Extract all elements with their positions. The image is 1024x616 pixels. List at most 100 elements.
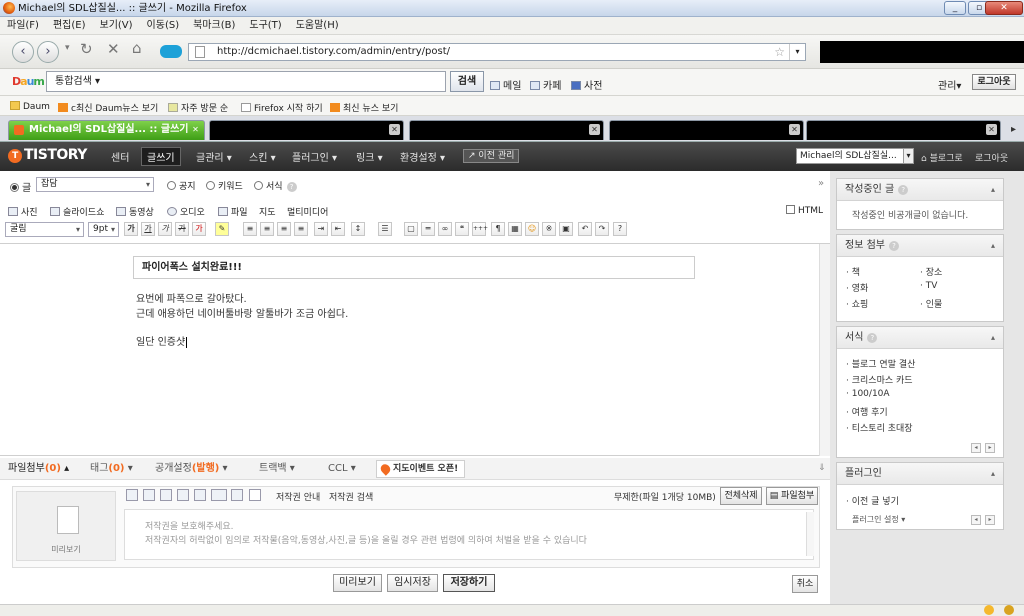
- status-addon-icon[interactable]: [1004, 605, 1014, 615]
- insert-audio-button[interactable]: 오디오: [167, 205, 205, 218]
- minimize-button[interactable]: _: [944, 1, 966, 15]
- insert-icon-5[interactable]: [194, 489, 206, 501]
- tab-visibility[interactable]: 공개설정(발행) ▾: [155, 460, 228, 479]
- status-emoticon-icon[interactable]: [984, 605, 994, 615]
- old-manager-button[interactable]: ↗ 이전 관리: [463, 149, 520, 163]
- menu-view[interactable]: 보기(V): [93, 17, 140, 35]
- save-draft-icon[interactable]: ▣: [559, 222, 573, 236]
- tab-close-icon[interactable]: ✕: [389, 124, 400, 135]
- template-item[interactable]: · 여행 후기: [846, 405, 888, 418]
- nav-center[interactable]: 센터: [111, 149, 129, 164]
- blog-select[interactable]: Michael의 SDL삽질실...: [796, 148, 914, 164]
- preview-button[interactable]: 미리보기: [333, 574, 382, 592]
- plugin-item[interactable]: · 이전 글 넣기: [846, 494, 899, 507]
- help-icon[interactable]: ?: [286, 182, 297, 192]
- info-person[interactable]: · 인물: [920, 297, 942, 310]
- insert-multimedia-button[interactable]: 멀티미디어: [287, 205, 328, 218]
- tab-file-attach[interactable]: 파일첨부(0) ▴: [8, 460, 69, 479]
- special-char-icon[interactable]: ※: [542, 222, 556, 236]
- line-height-icon[interactable]: ↕: [351, 222, 365, 236]
- menu-edit[interactable]: 편집(E): [46, 17, 93, 35]
- info-movie[interactable]: · 영화: [846, 281, 868, 294]
- align-right-icon[interactable]: ≡: [277, 222, 291, 236]
- bookmark-most-visited[interactable]: 자주 방문 순: [168, 101, 228, 114]
- history-dropdown-icon[interactable]: ▾: [65, 43, 70, 53]
- home-icon[interactable]: ⌂: [132, 39, 142, 57]
- paragraph-icon[interactable]: ¶: [491, 222, 505, 236]
- daum-search-input[interactable]: 통합검색 ▾: [46, 71, 446, 92]
- align-center-icon[interactable]: ≡: [260, 222, 274, 236]
- insert-icon-6[interactable]: [211, 489, 227, 501]
- reload-icon[interactable]: ↻: [80, 40, 93, 58]
- attach-file-button[interactable]: ▤ 파일첨부: [766, 487, 818, 505]
- insert-icon-3[interactable]: [160, 489, 172, 501]
- tab-trackback[interactable]: 트랙백 ▾: [259, 460, 295, 479]
- panel-info-header[interactable]: 정보 첨부?: [837, 235, 1003, 257]
- panel-plugin-header[interactable]: 플러그인: [837, 463, 1003, 485]
- type-template-radio[interactable]: 서식?: [254, 179, 297, 192]
- tab-ccl[interactable]: CCL ▾: [328, 460, 356, 479]
- list-icon[interactable]: ☰: [378, 222, 392, 236]
- bookmark-latest-news[interactable]: 최신 뉴스 보기: [330, 101, 398, 114]
- nav-manage-posts[interactable]: 글관리 ▾: [196, 149, 232, 164]
- panel-writing-header[interactable]: 작성중인 글?: [837, 179, 1003, 201]
- table-icon[interactable]: ▦: [508, 222, 522, 236]
- tistory-logout-link[interactable]: 로그아웃: [975, 151, 1008, 164]
- url-dropdown-icon[interactable]: ▾: [789, 44, 805, 60]
- map-event-button[interactable]: 지도이벤트 오픈!: [376, 460, 466, 478]
- help-icon[interactable]: ?: [613, 222, 627, 236]
- post-title-input[interactable]: 파이어폭스 설치완료!!!: [133, 256, 695, 279]
- category-select[interactable]: 잡담: [36, 177, 154, 192]
- highlight-icon[interactable]: ✎: [215, 222, 229, 236]
- blog-select-dropdown-icon[interactable]: ▾: [903, 148, 914, 164]
- redo-icon[interactable]: ↷: [595, 222, 609, 236]
- next-page-icon[interactable]: ▸: [985, 515, 995, 525]
- daum-manage-menu[interactable]: 관리▾: [938, 77, 961, 92]
- copyright-search-link[interactable]: 저작권 검색: [329, 490, 373, 503]
- type-keyword-radio[interactable]: 키워드: [206, 179, 243, 192]
- nav-link[interactable]: 링크 ▾: [356, 149, 383, 164]
- close-window-button[interactable]: ✕: [985, 1, 1023, 15]
- collapse-icon[interactable]: ⇓: [818, 463, 826, 473]
- tab-close-icon[interactable]: ✕: [589, 124, 600, 135]
- tab-redacted-2[interactable]: ✕: [409, 120, 604, 140]
- type-notice-radio[interactable]: 공지: [167, 179, 196, 192]
- tab-close-icon[interactable]: ✕: [986, 124, 997, 135]
- tab-close-icon[interactable]: ✕: [789, 124, 800, 135]
- insert-icon-1[interactable]: [126, 489, 138, 501]
- editor-scrollbar[interactable]: [819, 244, 830, 456]
- outdent-icon[interactable]: ⇤: [331, 222, 345, 236]
- insert-photo-button[interactable]: 사진: [8, 205, 38, 218]
- daum-logout-button[interactable]: 로그아웃: [972, 74, 1016, 90]
- star-icon[interactable]: ☆: [774, 44, 785, 60]
- expand-icon[interactable]: »: [818, 178, 824, 189]
- help-icon[interactable]: ?: [867, 333, 878, 343]
- back-icon[interactable]: ‹: [12, 41, 34, 63]
- font-color-icon[interactable]: 가: [192, 222, 206, 236]
- tab-active[interactable]: Michael의 SDL삽질실... :: 글쓰기 ✕: [8, 120, 205, 140]
- daum-dictionary-link[interactable]: 사전: [571, 77, 602, 92]
- daum-logo[interactable]: Daum: [12, 75, 45, 88]
- menu-file[interactable]: 파일(F): [0, 17, 46, 35]
- cancel-button[interactable]: 취소: [792, 575, 818, 593]
- html-mode-checkbox[interactable]: HTML: [786, 205, 823, 216]
- info-place[interactable]: · 장소: [920, 265, 942, 278]
- tab-redacted-3[interactable]: ✕: [609, 120, 804, 140]
- tab-redacted-1[interactable]: ✕: [209, 120, 404, 140]
- stop-icon[interactable]: ✕: [107, 40, 120, 58]
- font-select[interactable]: 굴림: [5, 222, 84, 237]
- tab-tags[interactable]: 태그(0) ▾: [90, 460, 133, 479]
- prev-page-icon[interactable]: ◂: [971, 515, 981, 525]
- italic-icon[interactable]: 가: [158, 222, 172, 236]
- nav-skin[interactable]: 스킨 ▾: [249, 149, 276, 164]
- delete-all-button[interactable]: 전체삭제: [720, 487, 762, 505]
- font-size-select[interactable]: 9pt: [88, 222, 119, 237]
- daum-search-scope[interactable]: 통합검색: [55, 76, 92, 87]
- next-page-icon[interactable]: ▸: [985, 443, 995, 453]
- menu-help[interactable]: 도움말(H): [289, 17, 346, 35]
- emoticon-icon[interactable]: ☺: [525, 222, 539, 236]
- bold-icon[interactable]: 가: [124, 222, 138, 236]
- insert-file-button[interactable]: 파일: [218, 205, 248, 218]
- quote-icon[interactable]: ❝: [455, 222, 469, 236]
- save-button[interactable]: 저장하기: [443, 574, 495, 592]
